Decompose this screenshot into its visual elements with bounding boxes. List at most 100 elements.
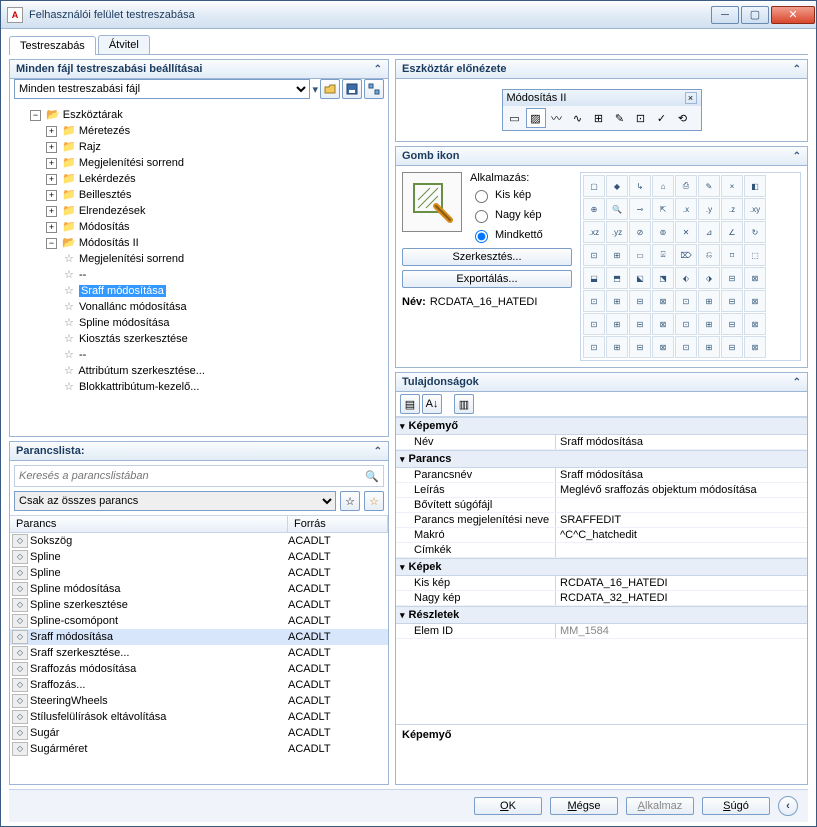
property-grid[interactable]: ▾Képemyő NévSraff módosítása ▾Parancs Pa…: [396, 417, 807, 724]
iconlib-item[interactable]: ⊟: [721, 290, 743, 312]
tree-leaf[interactable]: --: [79, 269, 86, 281]
iconlib-item[interactable]: 🔍: [606, 198, 628, 220]
col-source[interactable]: Forrás: [288, 516, 388, 532]
tree-expander[interactable]: +: [46, 158, 57, 169]
tree-expander[interactable]: −: [30, 110, 41, 121]
iconlib-item[interactable]: ⬚: [744, 244, 766, 266]
iconlib-item[interactable]: ⊟: [721, 336, 743, 358]
tab-transfer[interactable]: Átvitel: [98, 35, 150, 54]
command-row[interactable]: ◇Spline szerkesztéseACADLT: [10, 597, 388, 613]
save-file-button[interactable]: [342, 79, 362, 99]
tb-icon[interactable]: ▭: [505, 108, 525, 128]
iconlib-item[interactable]: ⊡: [675, 290, 697, 312]
tree-leaf[interactable]: Attribútum szerkesztése...: [78, 365, 205, 377]
iconlib-item[interactable]: ⊕: [583, 198, 605, 220]
iconlib-item[interactable]: ⊟: [721, 313, 743, 335]
maximize-button[interactable]: ▢: [741, 6, 769, 24]
tb-icon[interactable]: ⟲: [673, 108, 693, 128]
command-row[interactable]: ◇SplineACADLT: [10, 549, 388, 565]
iconlib-item[interactable]: ⊠: [652, 290, 674, 312]
iconlib-item[interactable]: ⊟: [629, 336, 651, 358]
iconlib-item[interactable]: ⊡: [583, 290, 605, 312]
iconlib-item[interactable]: ◆: [606, 175, 628, 197]
radio-large[interactable]: Nagy kép: [470, 207, 572, 223]
collapse-icon[interactable]: ⌃: [374, 64, 382, 75]
tab-customize[interactable]: Testreszabás: [9, 36, 96, 55]
iconlib-item[interactable]: ⊡: [583, 336, 605, 358]
tree-item[interactable]: Méretezés: [79, 125, 130, 137]
tree-leaf[interactable]: --: [79, 349, 86, 361]
iconlib-item[interactable]: .xz: [583, 221, 605, 243]
back-button[interactable]: ‹: [778, 796, 798, 816]
command-row[interactable]: ◇Sraffozás módosításaACADLT: [10, 661, 388, 677]
iconlib-item[interactable]: ▭: [629, 244, 651, 266]
radio-both[interactable]: Mindkettő: [470, 227, 572, 243]
tree-expander[interactable]: +: [46, 142, 57, 153]
tb-icon[interactable]: ✓: [652, 108, 672, 128]
tree-item[interactable]: Lekérdezés: [79, 173, 136, 185]
tb-icon[interactable]: ∿: [568, 108, 588, 128]
prop-alpha-button[interactable]: A↓: [422, 394, 442, 414]
iconlib-item[interactable]: ⬒: [606, 267, 628, 289]
iconlib-item[interactable]: ⊠: [652, 313, 674, 335]
star-filter-button[interactable]: ☆: [364, 491, 384, 511]
iconlib-item[interactable]: ∠: [721, 221, 743, 243]
search-input[interactable]: [15, 470, 361, 482]
tb-icon-hatchedit[interactable]: ▨: [526, 108, 546, 128]
tree-leaf[interactable]: Sraff módosítása: [79, 285, 166, 297]
iconlib-item[interactable]: ⍓: [652, 244, 674, 266]
tree-expander[interactable]: +: [46, 190, 57, 201]
command-row[interactable]: ◇SugárACADLT: [10, 725, 388, 741]
iconlib-item[interactable]: ◧: [744, 175, 766, 197]
iconlib-item[interactable]: ⌂: [652, 175, 674, 197]
iconlib-item[interactable]: ⌑: [721, 244, 743, 266]
tree-expander[interactable]: +: [46, 126, 57, 137]
iconlib-item[interactable]: ⊟: [629, 290, 651, 312]
command-filter-select[interactable]: Csak az összes parancs: [14, 491, 336, 511]
iconlib-item[interactable]: ⎙: [675, 175, 697, 197]
help-button[interactable]: Súgó: [702, 797, 770, 815]
iconlib-item[interactable]: ⊞: [698, 336, 720, 358]
iconlib-item[interactable]: ⊟: [629, 313, 651, 335]
iconlib-item[interactable]: ↳: [629, 175, 651, 197]
iconlib-item[interactable]: ⬖: [675, 267, 697, 289]
tree-leaf[interactable]: Blokkattribútum-kezelő...: [79, 381, 199, 393]
open-file-button[interactable]: [320, 79, 340, 99]
cancel-button[interactable]: Mégse: [550, 797, 618, 815]
iconlib-item[interactable]: ⊞: [606, 290, 628, 312]
iconlib-item[interactable]: ⊠: [744, 336, 766, 358]
tree-item[interactable]: Módosítás: [79, 221, 130, 233]
tb-icon[interactable]: ⊞: [589, 108, 609, 128]
ok-button[interactable]: OK: [474, 797, 542, 815]
icon-library[interactable]: ▢◆↳⌂⎙✎×◧⊕🔍⊸⇱.x.y.z.xy.xz.yz⊘⊚✕⊿∠↻⊡⊞▭⍓⌦⎌⌑…: [580, 172, 801, 361]
tree-item[interactable]: Rajz: [79, 141, 101, 153]
iconlib-item[interactable]: ⊡: [583, 313, 605, 335]
iconlib-item[interactable]: ⬕: [629, 267, 651, 289]
iconlib-item[interactable]: ⊠: [744, 290, 766, 312]
preview-close-icon[interactable]: ×: [685, 92, 697, 104]
iconlib-item[interactable]: ⊞: [606, 336, 628, 358]
tree-item[interactable]: Módosítás II: [79, 237, 139, 249]
tree-item[interactable]: Megjelenítési sorrend: [79, 157, 184, 169]
collapse-icon[interactable]: ⌃: [793, 377, 801, 388]
prop-categorized-button[interactable]: ▤: [400, 394, 420, 414]
export-icon-button[interactable]: Exportálás...: [402, 270, 572, 288]
iconlib-item[interactable]: ⊞: [698, 290, 720, 312]
command-row[interactable]: ◇Sraff szerkesztése...ACADLT: [10, 645, 388, 661]
iconlib-item[interactable]: ⊚: [652, 221, 674, 243]
iconlib-item[interactable]: ⊸: [629, 198, 651, 220]
iconlib-item[interactable]: ⊘: [629, 221, 651, 243]
iconlib-item[interactable]: ⊠: [744, 313, 766, 335]
radio-small[interactable]: Kis kép: [470, 187, 572, 203]
command-row[interactable]: ◇SteeringWheelsACADLT: [10, 693, 388, 709]
command-row[interactable]: ◇SugárméretACADLT: [10, 741, 388, 757]
iconlib-item[interactable]: ⊿: [698, 221, 720, 243]
tree-expander[interactable]: +: [46, 206, 57, 217]
tree-item[interactable]: Elrendezések: [79, 205, 146, 217]
iconlib-item[interactable]: ✕: [675, 221, 697, 243]
new-command-button[interactable]: ☆: [340, 491, 360, 511]
tree-leaf[interactable]: Megjelenítési sorrend: [79, 253, 184, 265]
iconlib-item[interactable]: ⊞: [606, 244, 628, 266]
tree-expander[interactable]: +: [46, 222, 57, 233]
collapse-icon[interactable]: ⌃: [374, 446, 382, 457]
